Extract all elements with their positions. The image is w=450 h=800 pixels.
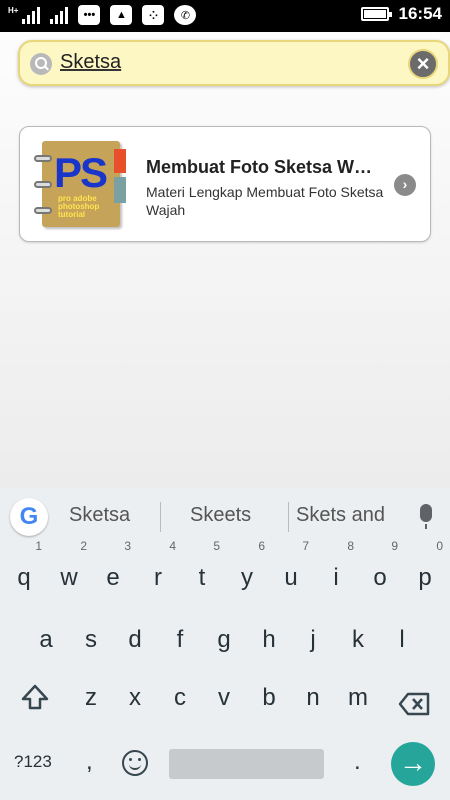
key-hint: 0: [436, 539, 443, 553]
key-label: e: [106, 564, 120, 591]
key-t[interactable]: 5t: [182, 540, 222, 602]
key-c[interactable]: c: [160, 672, 200, 722]
key-n[interactable]: n: [293, 672, 333, 722]
key-m[interactable]: m: [338, 672, 378, 722]
key-y[interactable]: 6y: [227, 540, 267, 602]
suggestion-divider: [160, 502, 161, 532]
key-b[interactable]: b: [249, 672, 289, 722]
key-p[interactable]: 0p: [405, 540, 445, 602]
key-k[interactable]: k: [338, 614, 378, 664]
suggestion-3[interactable]: Skets and: [296, 504, 385, 527]
key-hint: 1: [35, 539, 42, 553]
key-hint: 2: [80, 539, 87, 553]
key-q[interactable]: 1q: [4, 540, 44, 602]
key-z[interactable]: z: [71, 672, 111, 722]
network-type-label: H+: [8, 6, 19, 15]
signal-icon-2: [50, 6, 69, 24]
key-e[interactable]: 3e: [93, 540, 133, 602]
key-r[interactable]: 4r: [138, 540, 178, 602]
emoji-icon[interactable]: [122, 750, 148, 776]
key-o[interactable]: 9o: [360, 540, 400, 602]
key-x[interactable]: x: [115, 672, 155, 722]
app-content: Sketsa × PS pro adobe photoshop tutorial…: [0, 32, 450, 488]
enter-button[interactable]: →: [391, 742, 435, 786]
key-l[interactable]: l: [382, 614, 422, 664]
search-input[interactable]: Sketsa: [60, 51, 121, 74]
battery-icon: [360, 7, 392, 21]
key-label: r: [154, 564, 162, 591]
gallery-icon: ▲: [110, 5, 133, 25]
key-label: o: [373, 564, 387, 591]
key-hint: 3: [124, 539, 131, 553]
google-icon[interactable]: G: [10, 498, 48, 536]
key-d[interactable]: d: [115, 614, 155, 664]
status-time: 16:54: [398, 4, 442, 23]
key-hint: 7: [302, 539, 309, 553]
bbm-icon: ⁘: [142, 5, 165, 25]
photoshop-book-thumbnail: PS pro adobe photoshop tutorial: [34, 141, 126, 229]
key-label: t: [198, 564, 206, 591]
key-s[interactable]: s: [71, 614, 111, 664]
key-hint: 4: [169, 539, 176, 553]
microphone-icon[interactable]: [420, 504, 432, 529]
space-bar[interactable]: [169, 749, 324, 779]
signal-icon: H+: [8, 6, 41, 24]
result-subtitle: Materi Lengkap Membuat Foto Sketsa Wajah: [146, 184, 384, 218]
status-bar: H+ ••• ▲ ⁘ ✆ 16:54: [0, 0, 450, 32]
keyboard: 1q 2w 3e 4r 5t 6y 7u 8i 9o 0p a s d f g …: [0, 540, 450, 800]
key-label: p: [418, 564, 432, 591]
thumb-caption: pro adobe photoshop tutorial: [58, 194, 100, 219]
key-label: q: [17, 564, 31, 591]
result-title: Membuat Foto Sketsa W…: [146, 157, 373, 177]
clear-search-button[interactable]: ×: [408, 49, 438, 79]
key-j[interactable]: j: [293, 614, 333, 664]
whatsapp-icon: ✆: [174, 5, 197, 25]
key-v[interactable]: v: [204, 672, 244, 722]
suggestion-2[interactable]: Skeets: [190, 504, 251, 527]
suggestion-divider: [288, 502, 289, 532]
key-u[interactable]: 7u: [271, 540, 311, 602]
keyboard-suggestion-bar: G Sketsa Skeets Skets and: [0, 488, 450, 546]
shift-icon[interactable]: [20, 682, 50, 712]
key-i[interactable]: 8i: [316, 540, 356, 602]
backspace-icon[interactable]: [398, 692, 430, 716]
chevron-right-icon[interactable]: ›: [394, 174, 416, 196]
key-hint: 8: [347, 539, 354, 553]
key-h[interactable]: h: [249, 614, 289, 664]
key-label: w: [60, 564, 78, 591]
result-card[interactable]: PS pro adobe photoshop tutorial Membuat …: [19, 126, 431, 242]
search-icon: [30, 53, 52, 75]
messages-icon: •••: [78, 5, 101, 25]
key-hint: 6: [258, 539, 265, 553]
period-key[interactable]: .: [354, 748, 361, 776]
suggestion-1[interactable]: Sketsa: [69, 504, 130, 527]
key-a[interactable]: a: [26, 614, 66, 664]
key-w[interactable]: 2w: [49, 540, 89, 602]
key-label: i: [333, 564, 339, 591]
key-f[interactable]: f: [160, 614, 200, 664]
key-hint: 9: [391, 539, 398, 553]
key-hint: 5: [213, 539, 220, 553]
search-box[interactable]: Sketsa ×: [18, 40, 450, 86]
key-label: y: [241, 564, 253, 591]
key-g[interactable]: g: [204, 614, 244, 664]
thumb-logo-text: PS: [54, 149, 108, 196]
symbols-key[interactable]: ?123: [14, 752, 52, 772]
comma-key[interactable]: ,: [86, 748, 93, 776]
key-label: u: [284, 564, 298, 591]
